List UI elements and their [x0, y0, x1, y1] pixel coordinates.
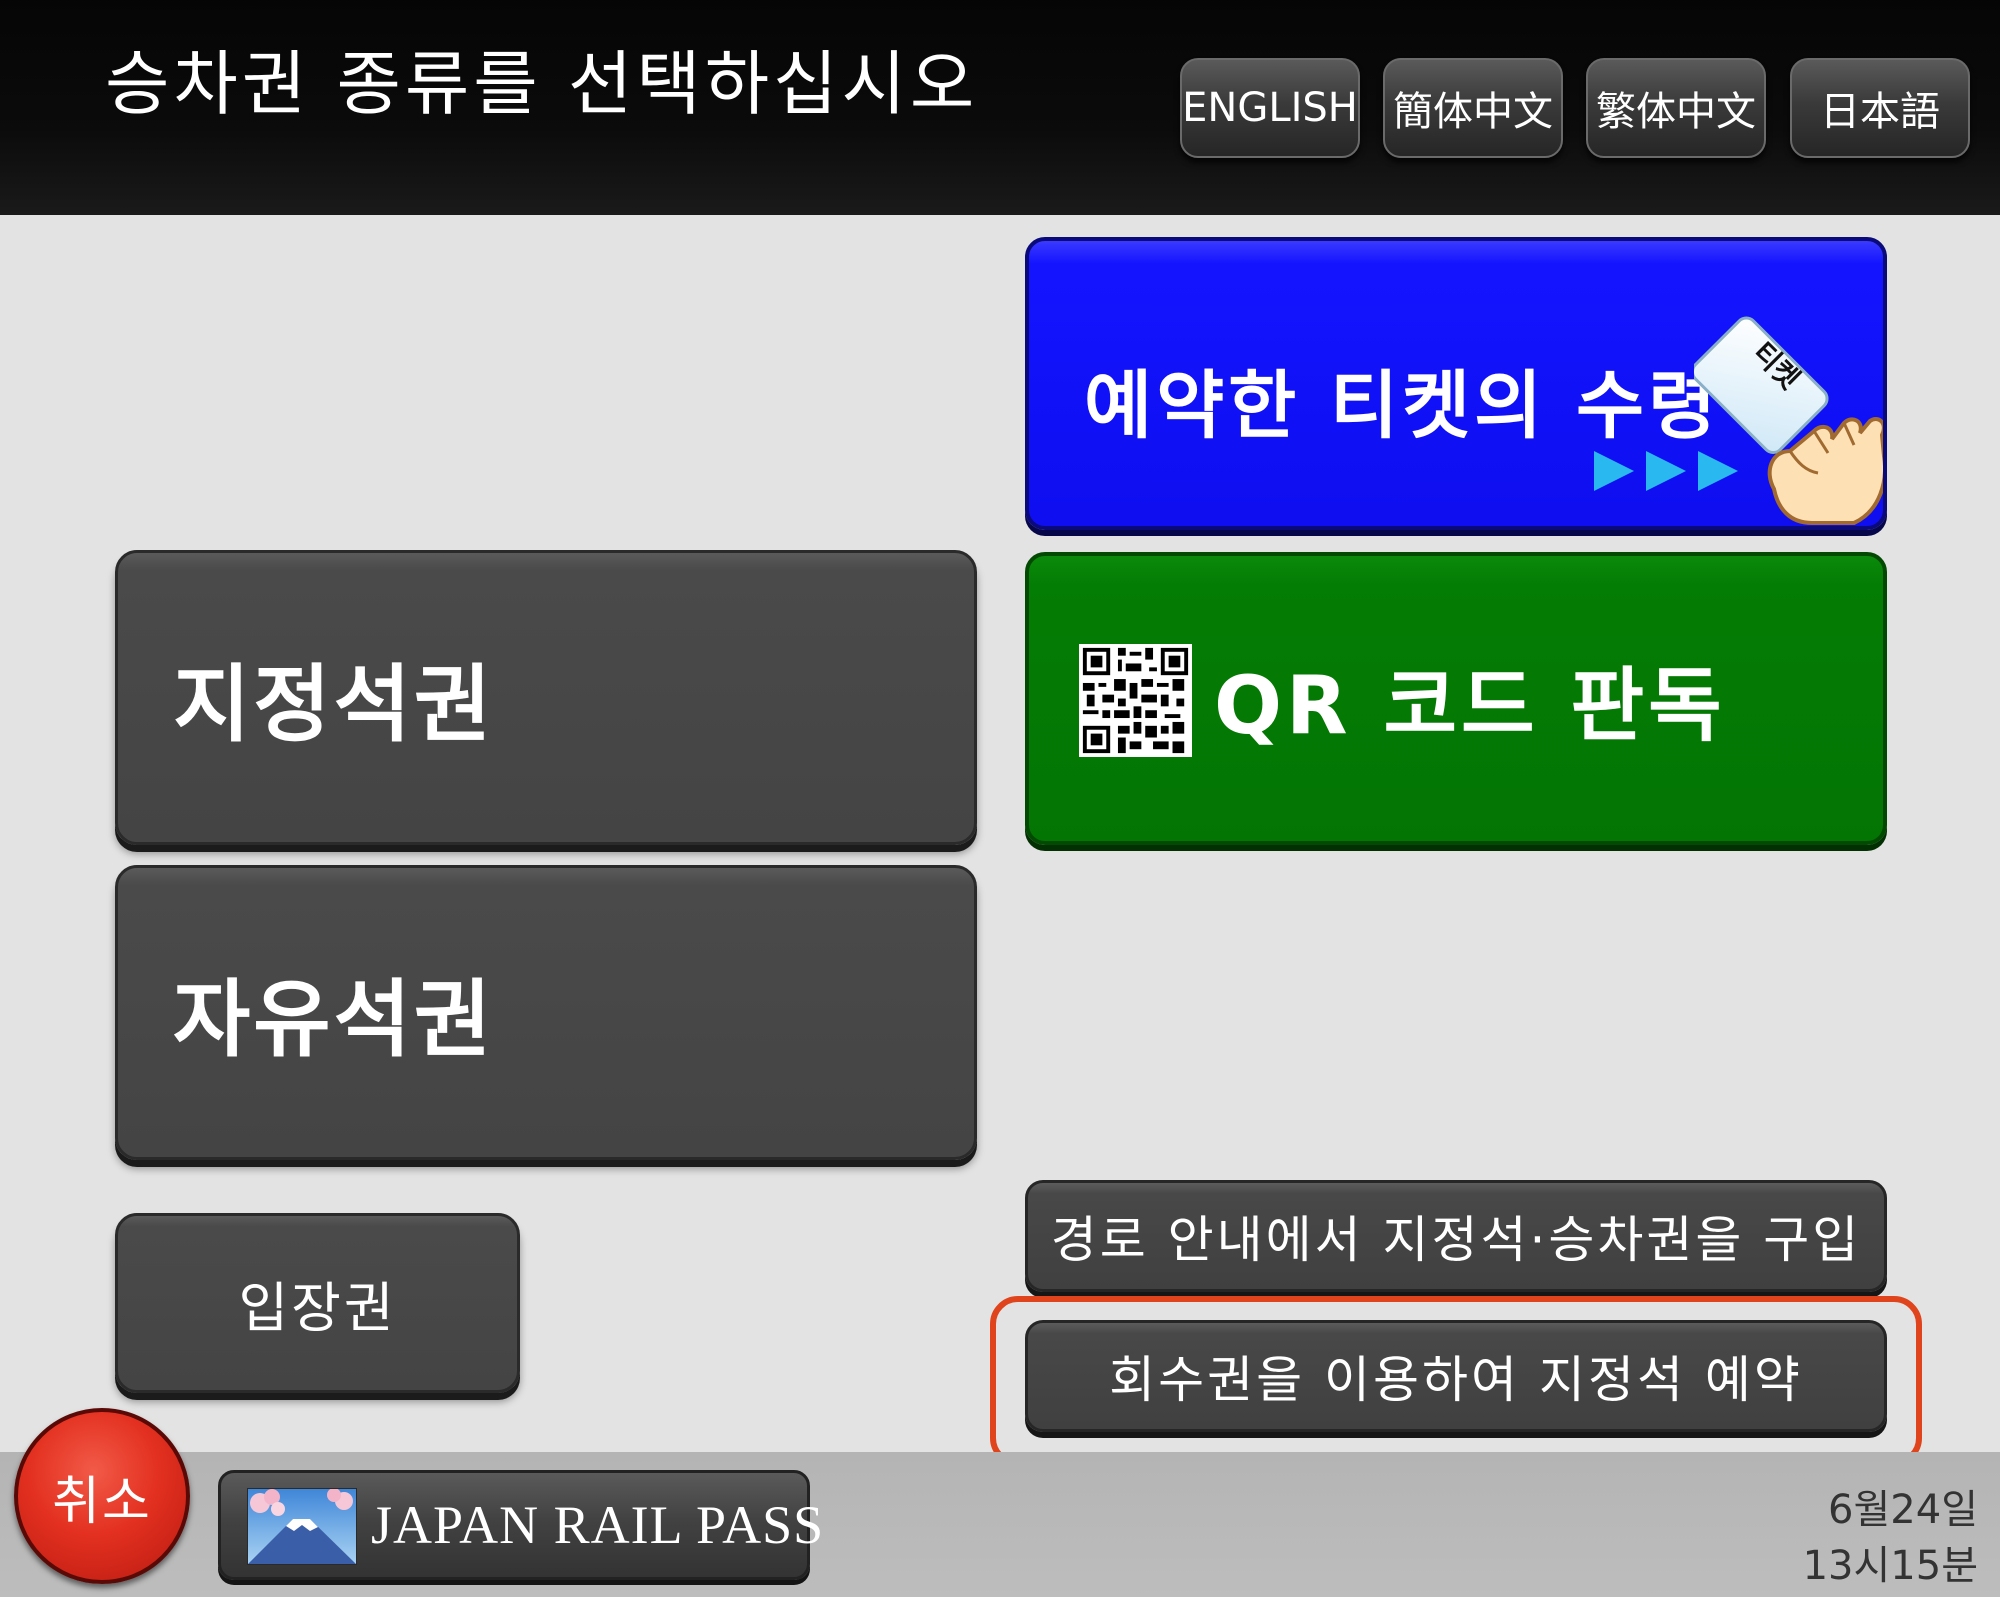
highlight-outline [990, 1296, 1922, 1466]
japan-rail-pass-label: JAPAN RAIL PASS [371, 1495, 825, 1555]
lang-button-simplified-chinese[interactable]: 簡体中文 [1383, 58, 1563, 158]
time-text: 13시15분 [1802, 1543, 1978, 1589]
receive-reserved-ticket-label: 예약한 티켓의 수령 [1084, 363, 1721, 449]
platform-ticket-label: 입장권 [238, 1276, 397, 1340]
page-title: 승차권 종류를 선택하십시오 [105, 43, 979, 125]
mount-fuji-icon [247, 1488, 357, 1565]
ticket-hand-icon: 티켓 [1694, 316, 1883, 525]
lang-button-japanese[interactable]: 日本語 [1790, 58, 1970, 158]
header-bar: 승차권 종류를 선택하십시오 ENGLISH 簡体中文 繁体中文 日本語 [0, 0, 2000, 215]
date-text: 6월24일 [1828, 1487, 1978, 1533]
qr-code-read-button[interactable]: QR 코드 판독 [1025, 552, 1887, 845]
qr-code-icon [1079, 644, 1192, 757]
qr-code-read-label: QR 코드 판독 [1214, 658, 1726, 752]
date-time-display: 6월24일 13시15분 [1803, 1482, 1978, 1594]
reserved-seat-ticket-button[interactable]: 지정석권 [115, 550, 977, 845]
receive-reserved-ticket-button[interactable]: 예약한 티켓의 수령 티켓 [1025, 237, 1887, 530]
unreserved-seat-ticket-label: 자유석권 [173, 970, 495, 1068]
route-guide-purchase-button[interactable]: 경로 안내에서 지정석·승차권을 구입 [1025, 1180, 1887, 1292]
lang-button-english[interactable]: ENGLISH [1180, 58, 1360, 158]
cancel-button[interactable]: 취소 [14, 1408, 190, 1584]
lang-button-traditional-chinese[interactable]: 繁体中文 [1586, 58, 1766, 158]
platform-ticket-button[interactable]: 입장권 [115, 1213, 520, 1393]
japan-rail-pass-button[interactable]: JAPAN RAIL PASS [218, 1470, 823, 1580]
reserved-seat-ticket-label: 지정석권 [173, 655, 495, 753]
unreserved-seat-ticket-button[interactable]: 자유석권 [115, 865, 977, 1160]
